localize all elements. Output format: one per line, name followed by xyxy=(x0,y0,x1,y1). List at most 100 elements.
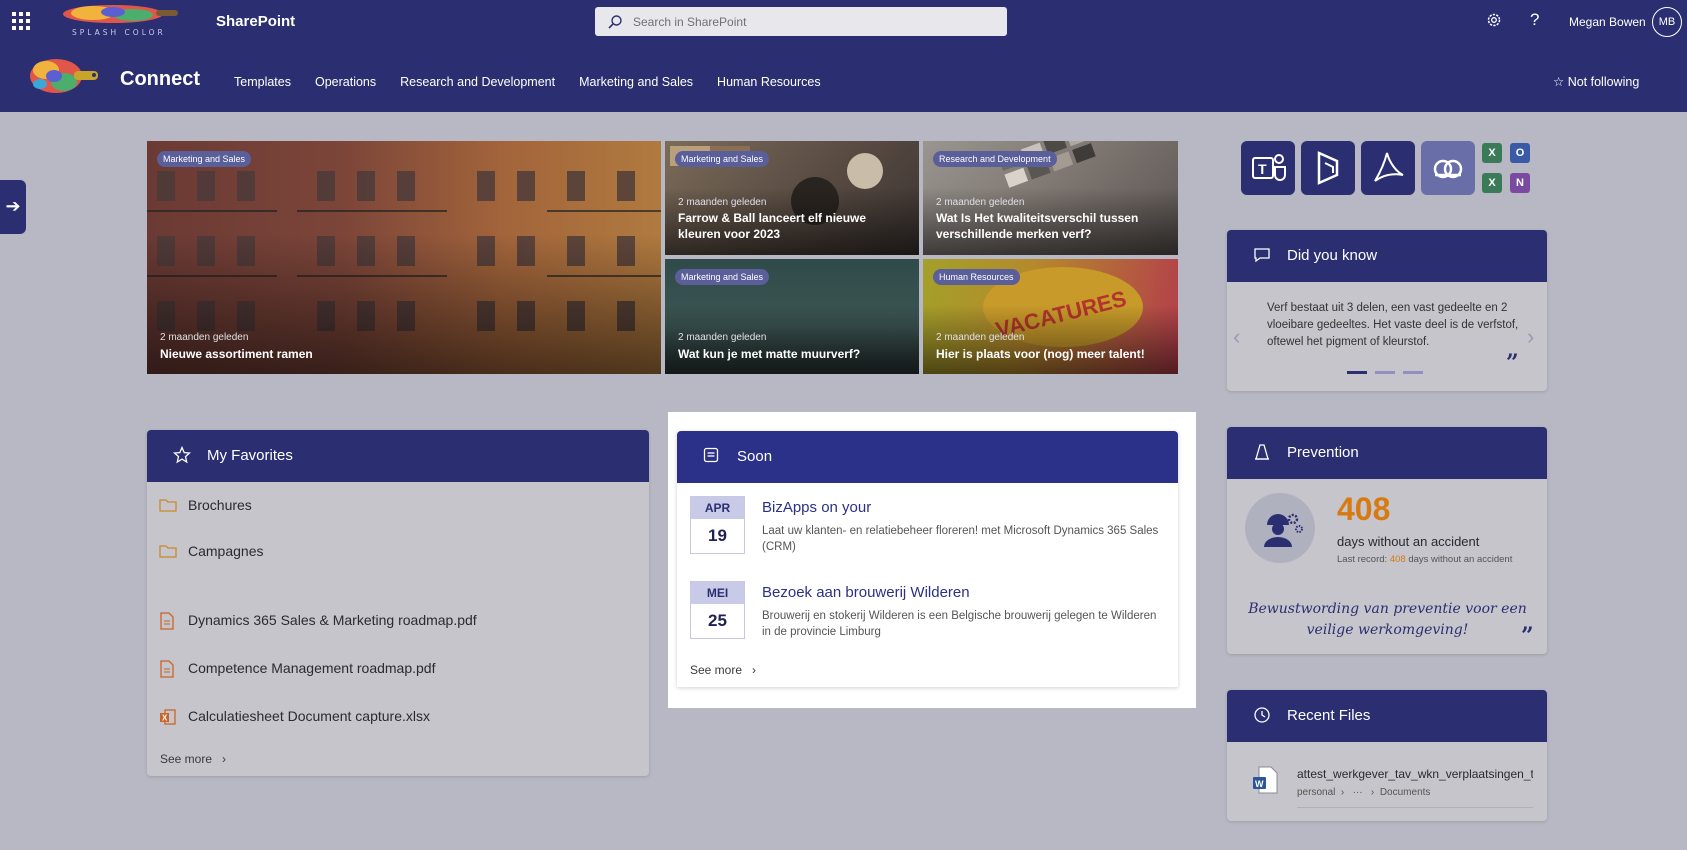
acrobat-app-icon[interactable] xyxy=(1361,141,1415,195)
path-root[interactable]: personal xyxy=(1297,787,1335,798)
event-title-link[interactable]: Bezoek aan brouwerij Wilderen xyxy=(762,584,970,601)
creative-cloud-app-icon[interactable] xyxy=(1421,141,1475,195)
search-input[interactable]: Search in SharePoint xyxy=(595,7,1007,36)
soon-title: Soon xyxy=(737,448,773,465)
event-title-link[interactable]: BizApps on your xyxy=(762,499,871,516)
nav-item-research-and-development[interactable]: Research and Development xyxy=(400,75,555,89)
settings-gear-icon[interactable] xyxy=(1485,11,1503,34)
path-leaf[interactable]: Documents xyxy=(1380,787,1431,798)
hero-time: 2 maanden geleden xyxy=(936,197,1025,208)
did-you-know-card: Did you know ‹ › Verf bestaat uit 3 dele… xyxy=(1227,230,1547,391)
hero-tile-3[interactable]: Research and Development 2 maanden geled… xyxy=(923,141,1178,255)
recent-file-name[interactable]: attest_werkgever_tav_wkn_verplaatsingen_… xyxy=(1297,767,1533,781)
follow-label: Not following xyxy=(1567,75,1640,89)
favorite-label: Competence Management roadmap.pdf xyxy=(188,660,436,676)
word-file-badge: W xyxy=(1255,779,1264,789)
folder-icon xyxy=(159,499,177,512)
nav-item-operations[interactable]: Operations xyxy=(315,75,376,89)
favorite-label: Dynamics 365 Sales & Marketing roadmap.p… xyxy=(188,612,477,628)
hero-title[interactable]: Farrow & Ball lanceert elf nieuwe kleure… xyxy=(678,210,909,242)
teams-app-icon[interactable]: T xyxy=(1241,141,1295,195)
svg-text:SPLASH COLOR: SPLASH COLOR xyxy=(72,28,166,37)
event-day: 25 xyxy=(708,611,727,630)
avatar[interactable]: MB xyxy=(1652,7,1682,37)
site-navigation: Templates Operations Research and Develo… xyxy=(234,75,821,89)
svg-text:X: X xyxy=(162,714,168,723)
hero-tag[interactable]: Marketing and Sales xyxy=(675,151,770,167)
outlook-small-icon[interactable]: O xyxy=(1510,143,1530,163)
last-record: Last record: 408 days without an acciden… xyxy=(1337,554,1512,565)
chevron-right-icon[interactable]: › xyxy=(1527,324,1534,350)
carousel-dot[interactable] xyxy=(1375,371,1395,374)
hero-title[interactable]: Wat kun je met matte muurverf? xyxy=(678,346,909,362)
nav-item-marketing-and-sales[interactable]: Marketing and Sales xyxy=(579,75,693,89)
pdf-file-icon xyxy=(160,660,174,678)
prevention-header: Prevention xyxy=(1227,427,1547,479)
hero-title[interactable]: Hier is plaats voor (nog) meer talent! xyxy=(936,346,1168,362)
search-icon xyxy=(608,15,622,29)
carousel-dot[interactable] xyxy=(1403,371,1423,374)
favorites-title: My Favorites xyxy=(207,447,293,464)
suite-bar: SPLASH COLOR SharePoint Search in ShareP… xyxy=(0,0,1687,44)
help-icon[interactable]: ? xyxy=(1530,10,1539,30)
splash-color-logo[interactable]: SPLASH COLOR xyxy=(58,4,182,38)
hero-tag[interactable]: Human Resources xyxy=(933,269,1020,285)
prevention-title: Prevention xyxy=(1287,444,1359,461)
hero-time: 2 maanden geleden xyxy=(160,332,249,343)
days-without-accident-label: days without an accident xyxy=(1337,534,1480,549)
event-date-badge: MEI 25 xyxy=(690,581,745,639)
nav-item-templates[interactable]: Templates xyxy=(234,75,291,89)
favorites-header: My Favorites xyxy=(147,430,649,482)
traffic-cone-icon xyxy=(1255,444,1269,460)
excel-file-icon: X xyxy=(160,709,176,725)
soon-header: Soon xyxy=(677,431,1178,483)
pdf-file-icon xyxy=(160,612,174,630)
path-ellipsis[interactable]: ··· xyxy=(1353,787,1363,798)
hero-title[interactable]: Wat Is Het kwaliteitsverschil tussen ver… xyxy=(936,210,1168,242)
favorite-label: Brochures xyxy=(188,497,252,513)
calendar-icon xyxy=(703,447,719,463)
excel-small-icon[interactable]: X xyxy=(1482,173,1502,193)
did-you-know-text: Verf bestaat uit 3 delen, een vast gedee… xyxy=(1267,302,1519,348)
hero-tile-1[interactable]: Marketing and Sales 2 maanden geleden Ni… xyxy=(147,141,661,374)
excel-small-icon[interactable]: X xyxy=(1482,143,1502,163)
chevron-left-icon[interactable]: ‹ xyxy=(1233,324,1240,350)
app-launcher-icon[interactable] xyxy=(12,12,30,30)
search-placeholder: Search in SharePoint xyxy=(633,15,747,29)
dynamics-app-icon[interactable] xyxy=(1301,141,1355,195)
soon-see-more-link[interactable]: See more › xyxy=(690,663,756,677)
last-record-value: 408 xyxy=(1389,554,1406,565)
hero-title[interactable]: Nieuwe assortiment ramen xyxy=(160,346,651,362)
expand-panel-arrow-icon[interactable]: ➔ xyxy=(0,180,26,234)
hero-tile-2[interactable]: Marketing and Sales 2 maanden geleden Fa… xyxy=(665,141,919,255)
hero-tile-5[interactable]: VACATURES Human Resources 2 maanden gele… xyxy=(923,259,1178,374)
event-month: APR xyxy=(691,497,744,519)
site-logo[interactable] xyxy=(28,54,102,96)
hero-tile-4[interactable]: Marketing and Sales 2 maanden geleden Wa… xyxy=(665,259,919,374)
did-you-know-title: Did you know xyxy=(1287,247,1378,264)
user-name[interactable]: Megan Bowen xyxy=(1569,15,1646,29)
hero-tag[interactable]: Marketing and Sales xyxy=(675,269,770,285)
recent-file-path: personal › ··· › Documents xyxy=(1297,787,1430,798)
favorite-label: Campagnes xyxy=(188,543,264,559)
chevron-right-icon: › xyxy=(1365,787,1378,798)
site-title[interactable]: Connect xyxy=(120,68,200,91)
follow-button[interactable]: ☆ Not following xyxy=(1553,74,1639,89)
see-more-label: See more xyxy=(160,752,213,766)
favorites-see-more-link[interactable]: See more › xyxy=(160,752,226,766)
chevron-right-icon: › xyxy=(745,663,757,677)
carousel-dot-active[interactable] xyxy=(1347,371,1367,374)
event-description: Laat uw klanten- en relatiebeheer florer… xyxy=(762,525,1159,553)
chevron-right-icon: › xyxy=(1338,787,1350,798)
onenote-small-icon[interactable]: N xyxy=(1510,173,1530,193)
days-without-accident-count: 408 xyxy=(1337,491,1391,527)
svg-text:T: T xyxy=(1258,161,1267,177)
star-icon xyxy=(173,446,191,464)
word-file-icon: W xyxy=(1253,766,1278,794)
event-date-badge: APR 19 xyxy=(690,496,745,554)
nav-item-human-resources[interactable]: Human Resources xyxy=(717,75,821,89)
app-name[interactable]: SharePoint xyxy=(216,13,295,30)
hero-tag[interactable]: Marketing and Sales xyxy=(157,151,252,167)
hero-tag[interactable]: Research and Development xyxy=(933,151,1057,167)
quote-mark-icon: ” xyxy=(1521,623,1534,649)
